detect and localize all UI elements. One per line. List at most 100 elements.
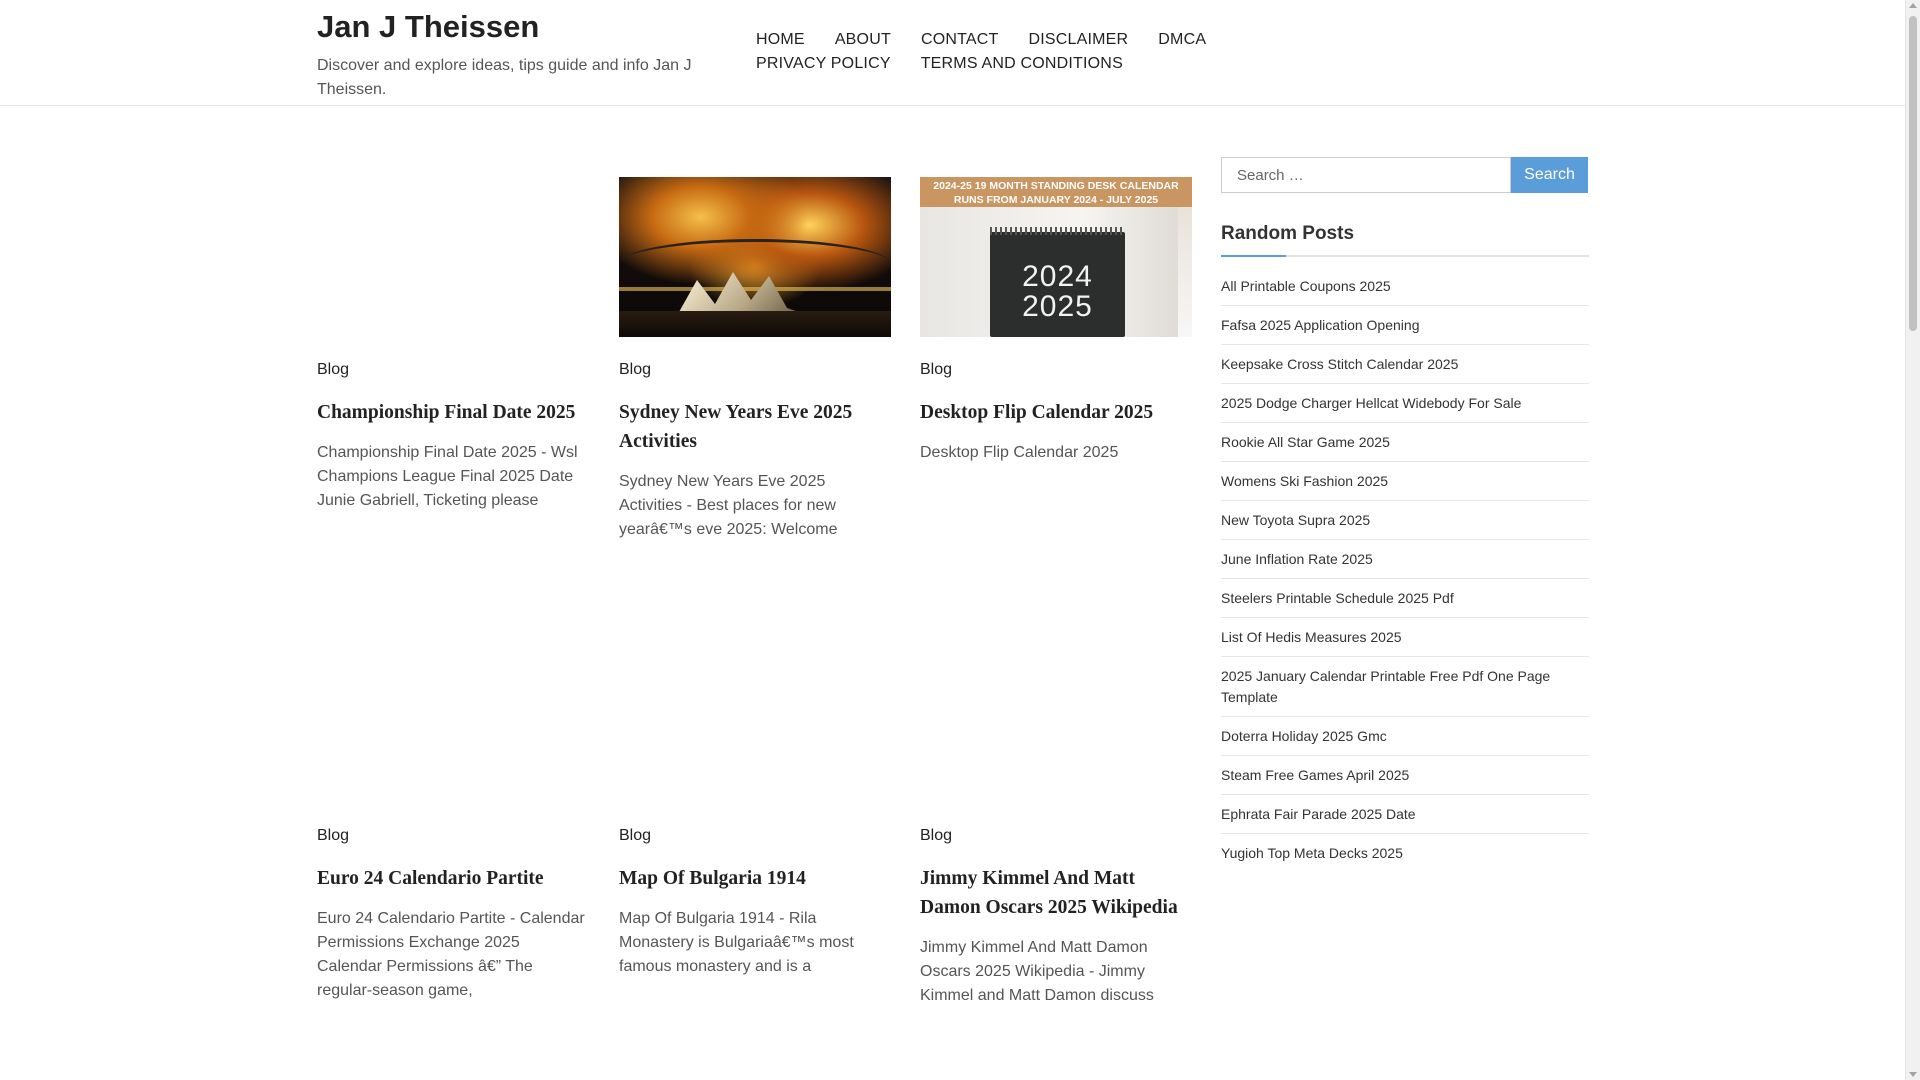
post-category[interactable]: Blog	[619, 360, 651, 380]
random-post-link[interactable]: 2025 January Calendar Printable Free Pdf…	[1221, 666, 1589, 708]
list-item: Fafsa 2025 Application Opening	[1221, 306, 1589, 345]
search-button[interactable]: Search	[1511, 157, 1588, 193]
site-title[interactable]: Jan J Theissen	[317, 8, 717, 46]
random-post-link[interactable]: June Inflation Rate 2025	[1221, 549, 1589, 570]
list-item: Rookie All Star Game 2025	[1221, 423, 1589, 462]
post-title[interactable]: Euro 24 Calendario Partite	[317, 864, 589, 893]
post-category[interactable]: Blog	[317, 826, 349, 846]
post-thumbnail[interactable]: 2024-25 19 MONTH STANDING DESK CALENDAR …	[920, 177, 1192, 337]
nav-link-home[interactable]: HOME	[756, 28, 805, 52]
search-input[interactable]	[1221, 157, 1511, 193]
random-post-link[interactable]: Doterra Holiday 2025 Gmc	[1221, 726, 1589, 747]
random-post-link[interactable]: Yugioh Top Meta Decks 2025	[1221, 843, 1589, 864]
random-post-link[interactable]: 2025 Dodge Charger Hellcat Widebody For …	[1221, 393, 1589, 414]
post-excerpt: Map Of Bulgaria 1914 - Rila Monastery is…	[619, 910, 854, 975]
calendar-year-bottom: 2025	[1022, 290, 1093, 323]
random-post-link[interactable]: All Printable Coupons 2025	[1221, 276, 1589, 297]
post-excerpt: Sydney New Years Eve 2025 Activities - B…	[619, 473, 838, 538]
post-excerpt: Desktop Flip Calendar 2025	[920, 444, 1119, 461]
list-item: 2025 January Calendar Printable Free Pdf…	[1221, 657, 1589, 717]
nav-item-terms-and-conditions: TERMS AND CONDITIONS	[921, 52, 1123, 76]
list-item: New Toyota Supra 2025	[1221, 501, 1589, 540]
random-post-link[interactable]: Fafsa 2025 Application Opening	[1221, 315, 1589, 336]
widget-title-divider	[1221, 255, 1589, 257]
post-card: 2024-25 19 MONTH STANDING DESK CALENDAR …	[920, 177, 1192, 461]
list-item: All Printable Coupons 2025	[1221, 267, 1589, 306]
calendar-year-text: 2024 2025	[990, 262, 1125, 322]
post-thumbnail[interactable]	[619, 177, 891, 337]
post-card: Blog Jimmy Kimmel And Matt Damon Oscars …	[920, 643, 1192, 1004]
paper-edge-shape	[1178, 207, 1192, 337]
calendar-banner: 2024-25 19 MONTH STANDING DESK CALENDAR …	[920, 177, 1192, 207]
nav-item-disclaimer: DISCLAIMER	[1028, 28, 1128, 52]
search-form: Search	[1221, 157, 1589, 193]
nav-link-contact[interactable]: CONTACT	[921, 28, 999, 52]
nav-item-contact: CONTACT	[921, 28, 999, 52]
list-item: Womens Ski Fashion 2025	[1221, 462, 1589, 501]
random-posts-list: All Printable Coupons 2025 Fafsa 2025 Ap…	[1221, 267, 1589, 872]
post-title[interactable]: Map Of Bulgaria 1914	[619, 864, 891, 893]
random-post-link[interactable]: Steelers Printable Schedule 2025 Pdf	[1221, 588, 1589, 609]
list-item: Steam Free Games April 2025	[1221, 756, 1589, 795]
random-posts-title: Random Posts	[1221, 223, 1355, 244]
nav-menu: HOME ABOUT CONTACT DISCLAIMER DMCA PRIVA…	[756, 28, 1396, 76]
nav-link-terms-and-conditions[interactable]: TERMS AND CONDITIONS	[921, 52, 1123, 76]
scroll-down-arrow-icon[interactable]	[1909, 1072, 1917, 1077]
list-item: Ephrata Fair Parade 2025 Date	[1221, 795, 1589, 834]
scrollbar-thumb[interactable]	[1909, 16, 1917, 331]
random-post-link[interactable]: List Of Hedis Measures 2025	[1221, 627, 1589, 648]
fireworks-image	[619, 177, 891, 337]
post-excerpt: Euro 24 Calendario Partite - Calendar Pe…	[317, 910, 585, 999]
calendar-rings-shape	[990, 227, 1125, 235]
site-header: Jan J Theissen Discover and explore idea…	[0, 0, 1905, 106]
random-post-link[interactable]: Rookie All Star Game 2025	[1221, 432, 1589, 453]
list-item: Yugioh Top Meta Decks 2025	[1221, 834, 1589, 872]
post-thumbnail-empty[interactable]	[317, 643, 589, 803]
random-post-link[interactable]: Ephrata Fair Parade 2025 Date	[1221, 804, 1589, 825]
random-post-link[interactable]: Steam Free Games April 2025	[1221, 765, 1589, 786]
post-card: Blog Sydney New Years Eve 2025 Activitie…	[619, 177, 891, 538]
list-item: June Inflation Rate 2025	[1221, 540, 1589, 579]
post-thumbnail-empty[interactable]	[920, 643, 1192, 803]
post-title[interactable]: Championship Final Date 2025	[317, 398, 589, 427]
post-card: Blog Map Of Bulgaria 1914 Map Of Bulgari…	[619, 643, 891, 975]
list-item: 2025 Dodge Charger Hellcat Widebody For …	[1221, 384, 1589, 423]
random-post-link[interactable]: New Toyota Supra 2025	[1221, 510, 1589, 531]
calendar-image: 2024-25 19 MONTH STANDING DESK CALENDAR …	[920, 177, 1192, 337]
nav-link-disclaimer[interactable]: DISCLAIMER	[1028, 28, 1128, 52]
post-category[interactable]: Blog	[920, 826, 952, 846]
scroll-up-arrow-icon[interactable]	[1909, 3, 1917, 8]
list-item: Keepsake Cross Stitch Calendar 2025	[1221, 345, 1589, 384]
calendar-year-top: 2024	[1022, 260, 1093, 293]
shore-lights-shape	[619, 287, 891, 291]
nav-item-dmca: DMCA	[1158, 28, 1206, 52]
page-scrollbar[interactable]	[1905, 0, 1920, 1080]
nav-link-about[interactable]: ABOUT	[835, 28, 891, 52]
post-title[interactable]: Desktop Flip Calendar 2025	[920, 398, 1192, 427]
nav-item-about: ABOUT	[835, 28, 891, 52]
post-thumbnail-empty[interactable]	[619, 643, 891, 803]
post-title[interactable]: Jimmy Kimmel And Matt Damon Oscars 2025 …	[920, 864, 1192, 922]
random-post-link[interactable]: Womens Ski Fashion 2025	[1221, 471, 1589, 492]
list-item: List Of Hedis Measures 2025	[1221, 618, 1589, 657]
post-thumbnail-empty[interactable]	[317, 177, 589, 337]
harbour-bridge-shape	[619, 239, 891, 289]
site-description: Discover and explore ideas, tips guide a…	[317, 57, 692, 98]
post-card: Blog Championship Final Date 2025 Champi…	[317, 177, 589, 509]
list-item: Doterra Holiday 2025 Gmc	[1221, 717, 1589, 756]
post-category[interactable]: Blog	[920, 360, 952, 380]
post-excerpt: Jimmy Kimmel And Matt Damon Oscars 2025 …	[920, 939, 1154, 1004]
nav-item-privacy-policy: PRIVACY POLICY	[756, 52, 891, 76]
main-navigation: HOME ABOUT CONTACT DISCLAIMER DMCA PRIVA…	[756, 28, 1396, 76]
widget-title-accent	[1221, 255, 1286, 257]
random-post-link[interactable]: Keepsake Cross Stitch Calendar 2025	[1221, 354, 1589, 375]
list-item: Steelers Printable Schedule 2025 Pdf	[1221, 579, 1589, 618]
sidebar: Search Random Posts All Printable Coupon…	[1221, 157, 1589, 872]
post-title[interactable]: Sydney New Years Eve 2025 Activities	[619, 398, 891, 456]
nav-link-privacy-policy[interactable]: PRIVACY POLICY	[756, 52, 891, 76]
post-category[interactable]: Blog	[619, 826, 651, 846]
post-card: Blog Euro 24 Calendario Partite Euro 24 …	[317, 643, 589, 999]
post-category[interactable]: Blog	[317, 360, 349, 380]
nav-link-dmca[interactable]: DMCA	[1158, 28, 1206, 52]
harbour-water-shape	[619, 311, 891, 337]
